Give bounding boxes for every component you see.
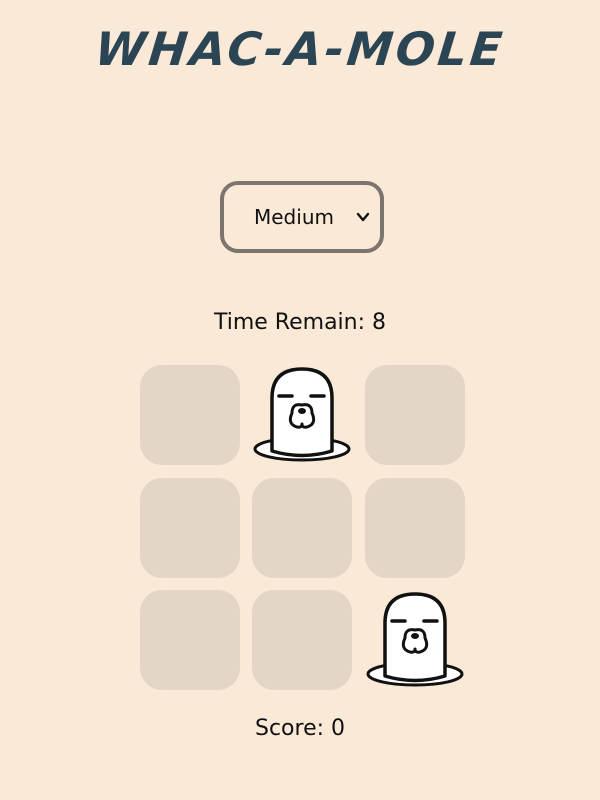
hole-1[interactable] (140, 365, 240, 465)
hole-4[interactable] (140, 478, 240, 578)
hole-9[interactable] (365, 590, 465, 690)
time-remaining-value: 8 (372, 310, 387, 335)
time-remaining: Time Remain: 8 (0, 310, 600, 335)
score: Score: 0 (0, 716, 600, 741)
score-value: 0 (331, 716, 346, 741)
hole-6[interactable] (365, 478, 465, 578)
hole-7[interactable] (140, 590, 240, 690)
difficulty-selected-value: Medium (254, 205, 334, 229)
hole-8[interactable] (252, 590, 352, 690)
mole-grid (140, 365, 465, 690)
hole-3[interactable] (365, 365, 465, 465)
score-label: Score: (254, 716, 325, 741)
mole-icon (366, 592, 464, 687)
game-title: Whac-a-mole (92, 22, 508, 76)
chevron-down-icon (356, 212, 370, 222)
hole-5[interactable] (252, 478, 352, 578)
hole-2[interactable] (252, 365, 352, 465)
mole-icon (253, 367, 351, 462)
time-remaining-label: Time Remain: (213, 310, 366, 335)
difficulty-select[interactable]: Medium (220, 181, 384, 253)
